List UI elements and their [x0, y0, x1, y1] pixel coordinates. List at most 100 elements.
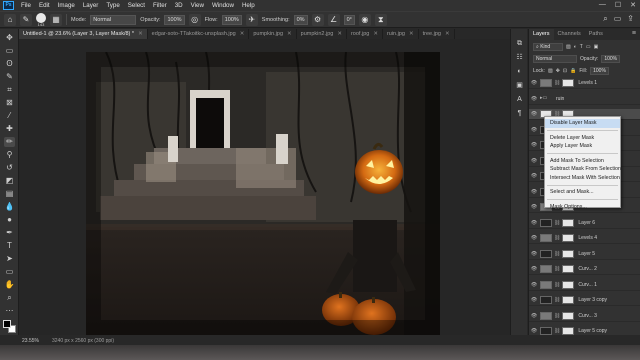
libraries-panel-icon[interactable]: ▣ [515, 81, 524, 90]
symmetry-icon[interactable]: ⧗ [374, 13, 387, 26]
search-icon[interactable]: ⌕ [603, 14, 607, 24]
menu-image[interactable]: Image [54, 0, 79, 11]
hand-tool-icon[interactable]: ✋ [4, 280, 15, 290]
layer-thumbnail[interactable] [540, 265, 552, 273]
adjustments-panel-icon[interactable]: ◐ [515, 67, 524, 76]
layer-row[interactable]: 👁 ⛓ Layer 3 copy [529, 295, 640, 306]
path-selection-tool-icon[interactable]: ➤ [4, 254, 15, 264]
visibility-eye-icon[interactable]: 👁 [529, 282, 539, 288]
move-tool-icon[interactable]: ✥ [4, 33, 15, 43]
menu-layer[interactable]: Layer [79, 0, 102, 11]
visibility-eye-icon[interactable]: 👁 [529, 189, 539, 195]
tab-channels[interactable]: Channels [554, 29, 585, 40]
lock-position-icon[interactable]: ✥ [556, 68, 560, 74]
layer-thumbnail[interactable] [540, 79, 552, 87]
photoshop-logo-icon[interactable]: Ps [3, 1, 14, 10]
layer-mask-thumbnail[interactable] [562, 265, 575, 273]
menu-delete-layer-mask[interactable]: Delete Layer Mask [545, 134, 620, 143]
visibility-eye-icon[interactable]: 👁 [529, 251, 539, 257]
layer-row[interactable]: 👁 ⛓ Layer 6 [529, 218, 640, 229]
flow-field[interactable]: 100% [221, 14, 242, 25]
visibility-eye-icon[interactable]: 👁 [529, 80, 539, 86]
zoom-tool-icon[interactable]: ⌕ [4, 293, 15, 303]
close-tab-icon[interactable]: ✕ [138, 31, 143, 37]
close-tab-icon[interactable]: ✕ [373, 31, 378, 37]
tab-layers[interactable]: Layers [529, 29, 554, 40]
frame-tool-icon[interactable]: ⊠ [4, 98, 15, 108]
menu-mask-options[interactable]: Mask Options... [545, 203, 620, 212]
artboard-tool-icon[interactable]: ▭ [4, 46, 15, 56]
close-tab-icon[interactable]: ✕ [337, 31, 342, 37]
minimize-icon[interactable]: — [599, 1, 606, 9]
opacity-field[interactable]: 100% [164, 14, 185, 25]
layer-thumbnail[interactable] [540, 296, 552, 304]
layer-thumbnail[interactable] [540, 218, 552, 227]
lock-artboard-icon[interactable]: ⊡ [563, 68, 567, 74]
layer-mask-thumbnail[interactable] [562, 79, 575, 87]
lasso-tool-icon[interactable]: ʘ [4, 59, 15, 69]
dodge-tool-icon[interactable]: ● [4, 215, 15, 225]
layer-mask-thumbnail[interactable] [562, 249, 575, 258]
pen-tool-icon[interactable]: ✒ [4, 228, 15, 238]
menu-window[interactable]: Window [208, 0, 238, 11]
visibility-eye-icon[interactable]: 👁 [529, 111, 539, 117]
spot-healing-tool-icon[interactable]: ✚ [4, 124, 15, 134]
foreground-color-swatch[interactable] [3, 320, 11, 328]
layer-row[interactable]: 👁 ▸▭ ruin [529, 94, 640, 105]
mask-link-icon[interactable]: ⛓ [554, 220, 560, 226]
history-brush-tool-icon[interactable]: ↺ [4, 163, 15, 173]
mask-link-icon[interactable]: ⛓ [554, 328, 560, 334]
layer-thumbnail[interactable] [540, 234, 552, 242]
menu-apply-layer-mask[interactable]: Apply Layer Mask [545, 142, 620, 151]
home-icon[interactable]: ⌂ [4, 13, 16, 26]
brush-tool-preset-icon[interactable]: ✎ [20, 13, 32, 26]
menu-file[interactable]: File [17, 0, 35, 11]
blend-mode-select[interactable]: Normal [533, 54, 577, 63]
brush-settings-icon[interactable]: ▦ [50, 13, 62, 26]
visibility-eye-icon[interactable]: 👁 [529, 142, 539, 148]
layer-row[interactable]: 👁 ⛓ Curv... 1 [529, 280, 640, 291]
filter-adjustment-icon[interactable]: ◐ [574, 44, 577, 50]
tab-tree[interactable]: tree.jpg ✕ [419, 29, 455, 39]
menu-edit[interactable]: Edit [35, 0, 54, 11]
pressure-opacity-icon[interactable]: ◎ [188, 13, 201, 26]
tab-roof[interactable]: roof.jpg ✕ [347, 29, 383, 39]
mask-link-icon[interactable]: ⛓ [554, 297, 560, 303]
visibility-eye-icon[interactable]: 👁 [529, 96, 539, 102]
layer-mask-thumbnail[interactable] [562, 218, 575, 227]
close-tab-icon[interactable]: ✕ [240, 31, 245, 37]
panel-menu-icon[interactable]: ≡ [632, 30, 636, 37]
layer-row[interactable]: 👁 ⛓ Levels 4 [529, 233, 640, 244]
folder-icon[interactable]: ▸▭ [540, 95, 552, 103]
share-icon[interactable]: ⇪ [627, 14, 634, 24]
layer-mask-thumbnail[interactable] [562, 234, 575, 242]
menu-select-and-mask[interactable]: Select and Mask... [545, 188, 620, 197]
layer-row[interactable]: 👁 ⛓ Levels 1 [529, 78, 640, 89]
paragraph-panel-icon[interactable]: ¶ [515, 109, 524, 118]
tab-paths[interactable]: Paths [585, 29, 607, 40]
mask-link-icon[interactable]: ⛓ [554, 282, 560, 288]
visibility-eye-icon[interactable]: 👁 [529, 127, 539, 133]
workspace-icon[interactable]: ▭ [614, 14, 622, 24]
visibility-eye-icon[interactable]: 👁 [529, 328, 539, 334]
menu-filter[interactable]: Filter [149, 0, 171, 11]
lock-all-icon[interactable]: 🔒 [570, 68, 576, 74]
brush-tool-icon[interactable]: ✏ [4, 137, 15, 147]
quick-selection-tool-icon[interactable]: ✎ [4, 72, 15, 82]
angle-icon[interactable]: ∠ [327, 13, 340, 26]
close-icon[interactable]: ✕ [630, 1, 636, 9]
menu-type[interactable]: Type [102, 0, 123, 11]
zoom-level[interactable]: 23.55% [22, 338, 39, 344]
history-panel-icon[interactable]: ⧉ [515, 39, 524, 48]
shape-tool-icon[interactable]: ▭ [4, 267, 15, 277]
layer-thumbnail[interactable] [540, 327, 552, 335]
tab-edgar-soto[interactable]: edgar-soto-TTakoitkc-unsplash.jpg ✕ [148, 29, 250, 39]
layer-row[interactable]: 👁 ⛓ Layer 5 [529, 249, 640, 260]
visibility-eye-icon[interactable]: 👁 [529, 220, 539, 226]
pressure-size-icon[interactable]: ◉ [358, 13, 371, 26]
layer-opacity-field[interactable]: 100% [601, 54, 621, 63]
kind-filter-select[interactable]: ⌕ Kind [533, 42, 563, 51]
menu-view[interactable]: View [187, 0, 208, 11]
brush-preset-picker[interactable]: 143 [36, 12, 46, 27]
menu-add-mask-to-selection[interactable]: Add Mask To Selection [545, 157, 620, 166]
